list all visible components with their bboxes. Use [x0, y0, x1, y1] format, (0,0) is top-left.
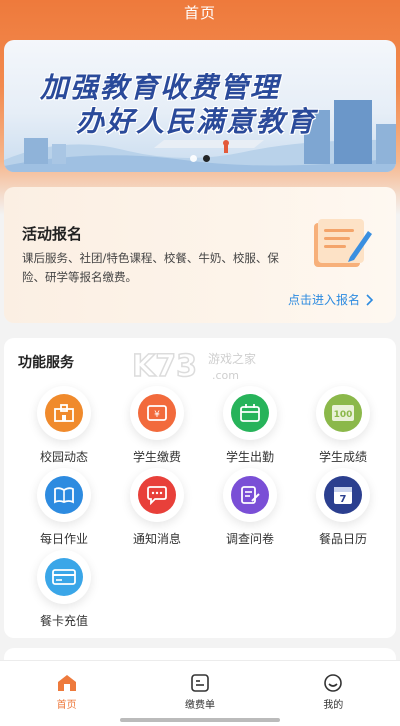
survey-edit-icon: [231, 476, 269, 514]
payment-wallet-icon: ¥: [138, 394, 176, 432]
banner-dot[interactable]: [190, 155, 197, 162]
services-title: 功能服务: [18, 355, 74, 371]
service-homework[interactable]: 每日作业: [24, 468, 104, 547]
svg-text:K73: K73: [132, 349, 197, 384]
service-student-payment[interactable]: ¥ 学生缴费: [117, 386, 197, 465]
service-icon-ring: [37, 386, 91, 440]
service-label: 餐卡充值: [39, 614, 88, 628]
tab-label: 缴费单: [184, 700, 215, 711]
service-label: 学生成绩: [318, 450, 367, 464]
service-icon-ring: 100: [316, 386, 370, 440]
calendar-7-icon: 7: [324, 476, 362, 514]
smile-face-icon: [324, 674, 343, 692]
meal-card-icon: [45, 558, 83, 596]
activity-signup-card[interactable]: 活动报名 课后服务、社团/特色课程、校餐、牛奶、校服、保险、研学等报名缴费。 点…: [4, 187, 396, 323]
service-grades[interactable]: 100 学生成绩: [303, 386, 383, 465]
promo-banner[interactable]: 加强教育收费管理 办好人民满意教育: [4, 40, 396, 172]
service-notifications[interactable]: 通知消息: [117, 468, 197, 547]
service-icon-ring: 7: [316, 468, 370, 522]
service-meal-calendar[interactable]: 7 餐品日历: [303, 468, 383, 547]
attendance-calendar-icon: [231, 394, 269, 432]
page-title: 首页: [183, 4, 216, 22]
tab-mine[interactable]: 我的: [267, 661, 400, 726]
svg-text:.com: .com: [212, 369, 239, 382]
tab-label: 我的: [323, 700, 344, 711]
service-label: 每日作业: [39, 532, 88, 546]
svg-text:100: 100: [334, 410, 353, 420]
activity-title: 活动报名: [22, 225, 83, 243]
service-label: 校园动态: [39, 450, 88, 464]
service-icon-ring: [37, 468, 91, 522]
school-building-icon: [45, 394, 83, 432]
svg-text:7: 7: [340, 494, 347, 505]
signup-form-illustration: [314, 219, 372, 267]
svg-text:¥: ¥: [154, 410, 160, 420]
bill-icon: [191, 674, 209, 692]
activity-enter-link[interactable]: 点击进入报名: [288, 291, 374, 308]
service-icon-ring: [37, 550, 91, 604]
tab-bills[interactable]: 缴费单: [133, 661, 266, 726]
service-campus-news[interactable]: 校园动态: [24, 386, 104, 465]
service-icon-ring: [223, 386, 277, 440]
bottom-tab-bar: 首页 缴费单 我的: [0, 660, 400, 726]
activity-description: 课后服务、社团/特色课程、校餐、牛奶、校服、保险、研学等报名缴费。: [22, 251, 279, 284]
service-icon-ring: [130, 468, 184, 522]
service-label: 餐品日历: [318, 532, 367, 546]
service-icon-ring: ¥: [130, 386, 184, 440]
banner-pagination: [4, 155, 396, 162]
service-meal-card-topup[interactable]: 餐卡充值: [24, 550, 104, 629]
k73-watermark-logo: K73 游戏之家 .com: [132, 348, 256, 385]
service-icon-ring: [223, 468, 277, 522]
service-label: 调查问卷: [225, 532, 274, 546]
banner-headline-2: 办好人民满意教育: [76, 105, 317, 138]
service-attendance[interactable]: 学生出勤: [210, 386, 290, 465]
message-bubble-icon: [138, 476, 176, 514]
home-indicator-bar[interactable]: [120, 718, 280, 722]
book-icon: [45, 476, 83, 514]
function-services-panel: 功能服务 K73 游戏之家 .com 校园动态 ¥ 学生缴费 学生出勤 100 …: [4, 338, 396, 638]
chevron-right-icon: [366, 293, 374, 306]
activity-link-label: 点击进入报名: [287, 293, 360, 307]
score-100-icon: 100: [324, 394, 362, 432]
tab-label: 首页: [56, 700, 77, 711]
tab-home[interactable]: 首页: [0, 661, 133, 726]
service-label: 学生缴费: [132, 450, 181, 464]
service-survey[interactable]: 调查问卷: [210, 468, 290, 547]
service-label: 学生出勤: [225, 450, 274, 464]
home-icon: [57, 675, 76, 691]
banner-dot-active[interactable]: [203, 155, 210, 162]
service-label: 通知消息: [132, 532, 181, 546]
svg-text:游戏之家: 游戏之家: [208, 351, 256, 366]
